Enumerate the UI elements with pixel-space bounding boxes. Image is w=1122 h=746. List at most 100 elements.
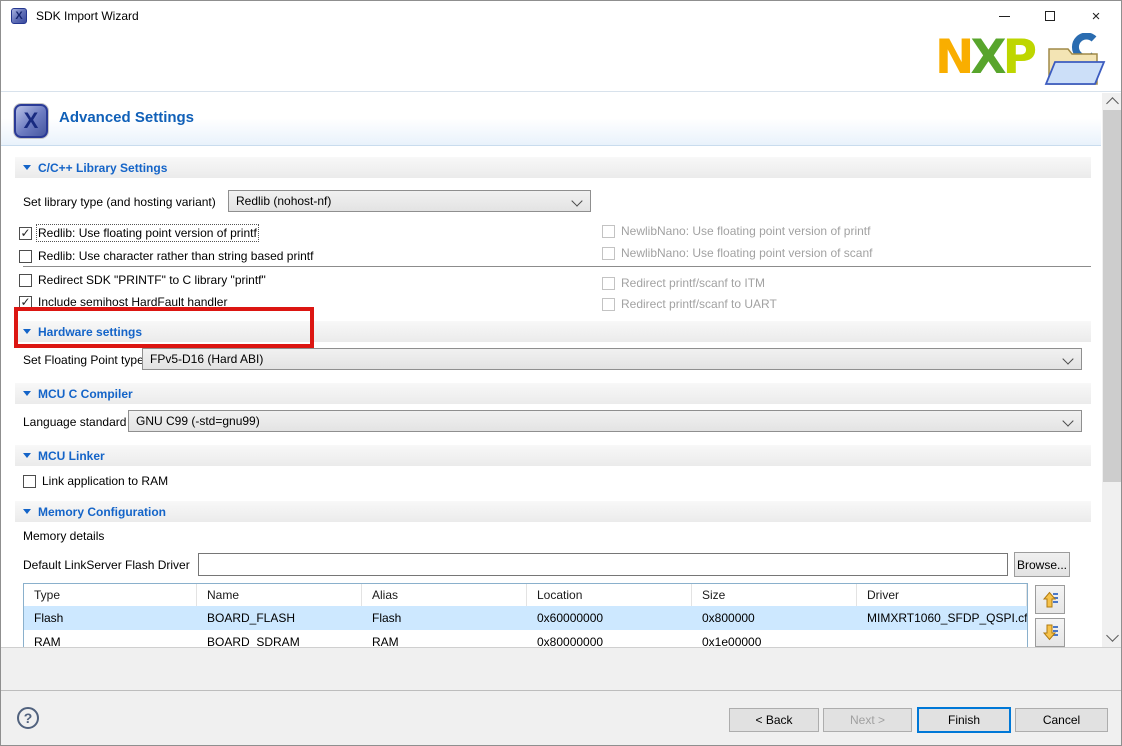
chevron-down-icon — [1062, 415, 1073, 426]
scrollbar-thumb[interactable] — [1103, 110, 1121, 482]
back-button[interactable]: < Back — [729, 708, 819, 732]
nxp-logo: NXP — [935, 34, 1033, 81]
sdk-import-wizard-window: X SDK Import Wizard × NXP X Advanced Set… — [0, 0, 1122, 746]
checkbox-label: Include semihost HardFault handler — [38, 295, 227, 309]
wizard-content: X Advanced Settings C/C++ Library Settin… — [1, 91, 1122, 647]
checkbox-label: NewlibNano: Use floating point version o… — [621, 224, 870, 238]
window-title: SDK Import Wizard — [36, 9, 139, 23]
checkbox-label: Redirect printf/scanf to ITM — [621, 276, 765, 290]
move-up-icon — [1042, 591, 1059, 608]
page-title: Advanced Settings — [59, 109, 194, 126]
cell-type: Flash — [24, 606, 197, 630]
next-button: Next > — [823, 708, 912, 732]
language-standard-dropdown[interactable]: GNU C99 (-std=gnu99) — [128, 410, 1082, 432]
floating-point-label: Set Floating Point type — [23, 353, 144, 367]
cell-location: 0x60000000 — [527, 606, 692, 630]
cell-size: 0x1e00000 — [692, 630, 857, 648]
maximize-button[interactable] — [1027, 1, 1073, 31]
cell-name: BOARD_SDRAM — [197, 630, 362, 648]
mcuxpresso-page-icon: X — [14, 104, 48, 138]
language-standard-value: GNU C99 (-std=gnu99) — [136, 414, 260, 428]
section-mcu-linker[interactable]: MCU Linker — [15, 445, 1091, 466]
app-icon-letter: X — [15, 10, 22, 22]
chevron-down-icon — [1062, 353, 1073, 364]
section-title: Memory Configuration — [38, 505, 166, 519]
cell-type: RAM — [24, 630, 197, 648]
vertical-scrollbar[interactable] — [1102, 93, 1122, 648]
checkbox-redirect-uart: Redirect printf/scanf to UART — [602, 296, 777, 312]
checkbox-newlibnano-float-printf: NewlibNano: Use floating point version o… — [602, 223, 870, 239]
column-header-type[interactable]: Type — [24, 584, 197, 606]
section-hardware-settings[interactable]: Hardware settings — [15, 321, 1091, 342]
checkbox-semihost-hardfault[interactable]: ✓ Include semihost HardFault handler — [19, 294, 227, 310]
title-bar: X SDK Import Wizard × — [1, 1, 1121, 31]
table-row-flash[interactable]: Flash BOARD_FLASH Flash 0x60000000 0x800… — [24, 606, 1027, 630]
section-memory-configuration[interactable]: Memory Configuration — [15, 501, 1091, 522]
table-row-ram[interactable]: RAM BOARD_SDRAM RAM 0x80000000 0x1e00000 — [24, 630, 1027, 648]
checkbox-redlib-float-printf[interactable]: ✓ Redlib: Use floating point version of … — [19, 225, 257, 241]
flash-driver-input[interactable] — [198, 553, 1008, 576]
column-header-size[interactable]: Size — [692, 584, 857, 606]
close-button[interactable]: × — [1073, 1, 1119, 31]
cell-location: 0x80000000 — [527, 630, 692, 648]
checkbox-link-application-to-ram[interactable]: Link application to RAM — [23, 473, 168, 489]
close-icon: × — [1092, 8, 1101, 25]
checkbox-redlib-char-printf[interactable]: Redlib: Use character rather than string… — [19, 248, 313, 264]
checkbox-label: Redlib: Use character rather than string… — [38, 249, 313, 263]
divider — [1, 690, 1122, 691]
checkbox-newlibnano-float-scanf: NewlibNano: Use floating point version o… — [602, 245, 872, 261]
memory-details-label: Memory details — [23, 529, 104, 543]
library-type-dropdown[interactable]: Redlib (nohost-nf) — [228, 190, 591, 212]
mcuxpresso-app-icon: X — [11, 8, 27, 24]
checkbox-redirect-sdk-printf[interactable]: Redirect SDK "PRINTF" to C library "prin… — [19, 272, 266, 288]
checkbox-icon — [602, 277, 615, 290]
collapse-triangle-icon — [23, 329, 31, 334]
section-library-settings[interactable]: C/C++ Library Settings — [15, 157, 1091, 178]
question-mark-icon: ? — [24, 710, 33, 726]
minimize-button[interactable] — [981, 1, 1027, 31]
checkbox-label: Redirect printf/scanf to UART — [621, 297, 777, 311]
section-title: C/C++ Library Settings — [38, 161, 167, 175]
cell-driver: MIMXRT1060_SFDP_QSPI.cfx — [857, 606, 1027, 630]
checkbox-icon — [19, 250, 32, 263]
checkbox-icon — [602, 247, 615, 260]
section-title: Hardware settings — [38, 325, 142, 339]
section-mcu-c-compiler[interactable]: MCU C Compiler — [15, 383, 1091, 404]
nxp-logo-letter-x: X — [970, 30, 1002, 85]
column-header-location[interactable]: Location — [527, 584, 692, 606]
collapse-triangle-icon — [23, 391, 31, 396]
checkbox-label: NewlibNano: Use floating point version o… — [621, 246, 872, 260]
help-button[interactable]: ? — [17, 707, 39, 729]
chevron-down-icon — [571, 195, 582, 206]
library-type-label: Set library type (and hosting variant) — [23, 195, 216, 209]
maximize-icon — [1045, 11, 1055, 21]
move-up-button[interactable] — [1035, 585, 1065, 614]
browse-button[interactable]: Browse... — [1014, 552, 1070, 577]
page-header: X Advanced Settings — [1, 92, 1101, 146]
c-project-folder-icon — [1041, 33, 1107, 96]
checkbox-label: Link application to RAM — [42, 474, 168, 488]
section-title: MCU C Compiler — [38, 387, 133, 401]
memory-table-header[interactable]: Type Name Alias Location Size Driver — [24, 584, 1027, 606]
floating-point-dropdown[interactable]: FPv5-D16 (Hard ABI) — [142, 348, 1082, 370]
flash-driver-label: Default LinkServer Flash Driver — [23, 558, 190, 572]
scroll-up-icon[interactable] — [1106, 97, 1119, 110]
column-header-alias[interactable]: Alias — [362, 584, 527, 606]
checkbox-icon — [23, 475, 36, 488]
checkbox-label: Redlib: Use floating point version of pr… — [38, 226, 257, 240]
checkbox-icon: ✓ — [19, 227, 32, 240]
dialog-footer: ? < Back Next > Finish Cancel — [1, 647, 1122, 746]
finish-button[interactable]: Finish — [917, 707, 1011, 733]
memory-table[interactable]: Type Name Alias Location Size Driver Fla… — [23, 583, 1028, 648]
checkbox-icon — [602, 225, 615, 238]
move-down-button[interactable] — [1035, 618, 1065, 647]
column-header-name[interactable]: Name — [197, 584, 362, 606]
cancel-button[interactable]: Cancel — [1015, 708, 1108, 732]
scroll-down-icon[interactable] — [1106, 629, 1119, 642]
move-down-icon — [1042, 624, 1059, 641]
collapse-triangle-icon — [23, 509, 31, 514]
checkbox-icon — [602, 298, 615, 311]
column-header-driver[interactable]: Driver — [857, 584, 1027, 606]
minimize-icon — [999, 16, 1010, 17]
cell-driver — [857, 630, 1027, 648]
